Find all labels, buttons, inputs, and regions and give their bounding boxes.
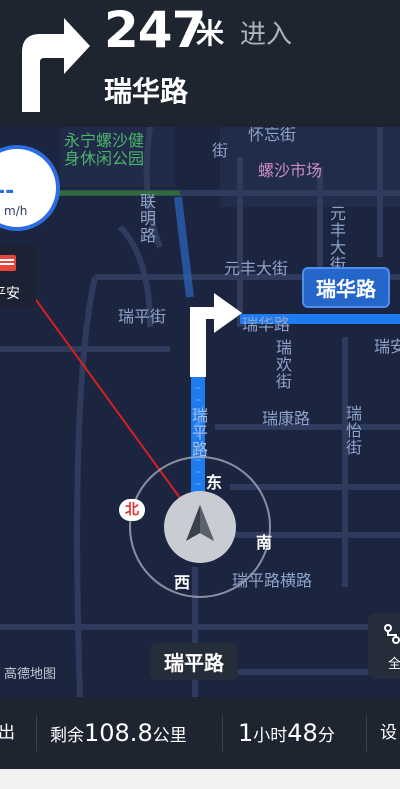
envelope-icon [0,255,16,271]
map-logo: 高德地图 [4,667,57,682]
remaining-prefix: 剩余 [50,726,84,746]
turn-right-icon [22,18,90,112]
time-hours: 1 [238,719,254,747]
divider [366,715,367,751]
ruihua-road-label: 瑞华路 [242,315,291,334]
ruikang-road-label: 瑞康路 [262,409,311,428]
compass-east: 东 [206,473,223,492]
exit-button[interactable]: 出 [0,697,15,769]
ruihuan-street-label: 瑞欢街 [276,338,293,391]
market-label: 螺沙市场 [258,161,323,180]
turn-guidance-panel: 247 米 进入 瑞华路 [0,0,400,127]
safety-label: 平安 [0,286,20,302]
next-road-flag: 瑞华路 [302,267,390,308]
route-overview-icon [384,624,400,644]
distance-unit: 米 [196,17,225,50]
bottom-strip [0,769,400,789]
distance-value: 247 [104,1,206,59]
divider [222,715,223,751]
yuanfeng-street-vertical-label: 元丰大街 [330,204,347,274]
time-minutes: 48 [287,719,318,747]
time-minutes-unit: 分 [317,726,335,746]
remaining-value: 108.8 [84,719,153,747]
lianming-road-label: 联明路 [140,192,157,245]
compass-north: 北 [119,499,145,521]
settings-button[interactable]: 设 [380,697,397,769]
divider [36,715,37,751]
overview-button[interactable]: 全 [368,613,400,679]
next-road-name: 瑞华路 [104,75,189,108]
ruiyi-street-label: 瑞怡街 [346,404,363,457]
remaining-time: 1小时48分 [238,697,335,769]
time-hours-unit: 小时 [253,726,288,746]
top-road-label: 怀忘街 [248,127,297,144]
top-road-label-2: 街 [212,141,229,160]
current-road-label: 瑞平路 [150,643,238,680]
remaining-unit: 公里 [152,726,187,746]
action-text: 进入 [240,20,293,50]
map-view[interactable]: 永宁螺沙健 身休闲公园 怀忘街 街 螺沙市场 联明路 元丰大街 元丰大街 瑞平街… [0,127,400,697]
compass-south: 南 [256,533,273,552]
ruiping-heng-road-label: 瑞平路横路 [232,571,313,590]
safety-badge[interactable]: 平安 [0,245,36,309]
ruiping-road-vertical-label: 瑞平路 [192,406,209,459]
yuanfeng-street-label: 元丰大街 [224,259,289,278]
ruian-label: 瑞安 [374,337,400,356]
navigation-screen: 247 米 进入 瑞华路 永宁螺沙健 身休闲公园 怀忘街 街 螺沙市场 联明路 … [0,0,400,789]
trip-info-bar: 出 剩余108.8公里 1小时48分 设 [0,697,400,769]
remaining-distance: 剩余108.8公里 [50,697,187,769]
compass-west: 西 [174,573,191,592]
overview-label: 全 [388,657,400,672]
ruiping-street-label: 瑞平街 [118,307,167,326]
park-label-line2: 身休闲公园 [64,149,145,168]
speed-value: -- [0,179,15,204]
speed-unit: m/h [4,204,28,218]
